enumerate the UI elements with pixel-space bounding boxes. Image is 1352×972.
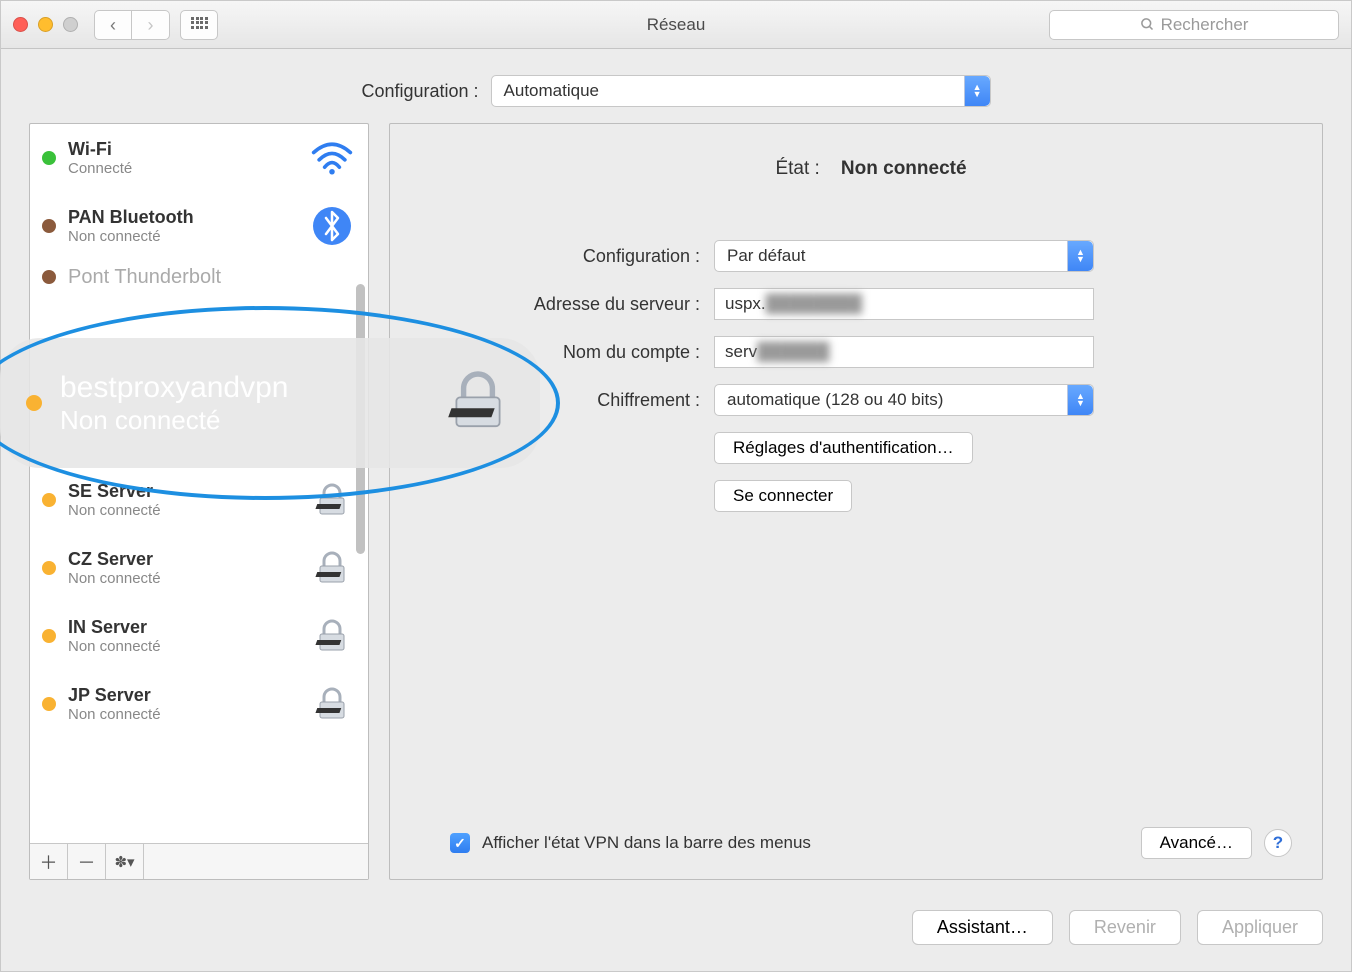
service-name: bestproxyandvpn [60,371,424,405]
assistant-button[interactable]: Assistant… [912,910,1053,945]
status-dot-icon [42,629,56,643]
service-name: SE Server [68,481,298,502]
status-dot-icon [42,561,56,575]
service-name: IN Server [68,617,298,638]
main-area: Wi-Fi Connecté PAN Bluetooth Non connect… [1,123,1351,894]
select-stepper-icon: ▲▼ [964,76,990,106]
grid-icon [191,17,207,33]
lock-icon [310,614,354,658]
forward-button[interactable]: › [132,10,170,40]
sidebar-item-jp-server[interactable]: JP Server Non connecté [30,670,368,738]
sidebar-item-partial[interactable]: Pont Thunderbolt [30,260,368,294]
search-input[interactable]: Rechercher [1049,10,1339,40]
chevron-left-icon: ‹ [110,16,116,34]
status-dot-icon [42,270,56,284]
sidebar-item-se-server[interactable]: SE Server Non connecté [30,466,368,534]
search-placeholder: Rechercher [1161,15,1249,35]
sidebar-item-cz-server[interactable]: CZ Server Non connecté [30,534,368,602]
remove-service-button[interactable]: － [68,844,106,879]
services-list: Wi-Fi Connecté PAN Bluetooth Non connect… [30,124,368,843]
vpn-config-select[interactable]: Par défaut ▲▼ [714,240,1094,272]
status-dot-icon [42,151,56,165]
show-vpn-checkbox[interactable]: ✓ [450,833,470,853]
state-value: Non connecté [841,158,967,179]
lock-icon [310,546,354,590]
help-button[interactable]: ? [1264,829,1292,857]
services-sidebar: Wi-Fi Connecté PAN Bluetooth Non connect… [29,123,369,880]
apply-button[interactable]: Appliquer [1197,910,1323,945]
vpn-config-label: Configuration : [450,246,700,267]
detail-bottom-row: ✓ Afficher l'état VPN dans la barre des … [450,827,1292,859]
service-status: Non connecté [68,228,298,245]
zoom-window-button[interactable] [63,17,78,32]
titlebar: ‹ › Réseau Rechercher [1,1,1351,49]
status-dot-icon [42,493,56,507]
encryption-value: automatique (128 ou 40 bits) [727,390,943,410]
location-label: Configuration : [361,81,478,102]
footer-buttons: Assistant… Revenir Appliquer [1,894,1351,971]
sidebar-item-wifi[interactable]: Wi-Fi Connecté [30,124,368,192]
service-status: Non connecté [68,638,298,655]
bluetooth-icon [310,204,354,248]
service-name: JP Server [68,685,298,706]
service-name: CZ Server [68,549,298,570]
show-vpn-label: Afficher l'état VPN dans la barre des me… [482,833,1129,853]
minimize-window-button[interactable] [38,17,53,32]
sidebar-item-bluetooth[interactable]: PAN Bluetooth Non connecté [30,192,368,260]
status-dot-icon [42,219,56,233]
select-stepper-icon: ▲▼ [1067,385,1093,415]
sidebar-item-selected[interactable]: bestproxyandvpn Non connecté [0,338,540,468]
service-actions-button[interactable]: ✽▾ [106,844,144,879]
wifi-icon [310,136,354,180]
chevron-right-icon: › [148,16,154,34]
vpn-form: Configuration : Par défaut ▲▼ Adresse du… [450,240,1292,512]
advanced-button[interactable]: Avancé… [1141,827,1252,859]
state-label: État : [775,158,819,179]
encryption-select[interactable]: automatique (128 ou 40 bits) ▲▼ [714,384,1094,416]
service-name: Pont Thunderbolt [68,266,354,289]
service-detail-panel: État : Non connecté Configuration : Par … [389,123,1323,880]
vpn-config-value: Par défaut [727,246,805,266]
status-dot-icon [26,395,42,411]
sidebar-toolbar: ＋ － ✽▾ [30,843,368,879]
lock-icon [310,682,354,726]
server-address-label: Adresse du serveur : [450,294,700,315]
revert-button[interactable]: Revenir [1069,910,1181,945]
select-stepper-icon: ▲▼ [1067,241,1093,271]
network-preferences-window: ‹ › Réseau Rechercher Configuration : Au… [0,0,1352,972]
account-name-input[interactable]: serv██████ [714,336,1094,368]
close-window-button[interactable] [13,17,28,32]
service-name: Wi-Fi [68,139,298,160]
back-button[interactable]: ‹ [94,10,132,40]
location-row: Configuration : Automatique ▲▼ [1,49,1351,123]
search-icon [1140,17,1155,32]
location-value: Automatique [504,81,599,101]
auth-settings-button[interactable]: Réglages d'authentification… [714,432,973,464]
location-select[interactable]: Automatique ▲▼ [491,75,991,107]
connection-state-row: État : Non connecté [450,158,1292,180]
nav-buttons: ‹ › [94,10,170,40]
add-service-button[interactable]: ＋ [30,844,68,879]
service-name: PAN Bluetooth [68,207,298,228]
service-status: Non connecté [68,706,298,723]
status-dot-icon [42,697,56,711]
connect-button[interactable]: Se connecter [714,480,852,512]
service-status: Connecté [68,160,298,177]
lock-icon [442,365,514,442]
service-status: Non connecté [68,570,298,587]
sidebar-item-in-server[interactable]: IN Server Non connecté [30,602,368,670]
service-status: Non connecté [60,405,424,436]
server-address-input[interactable]: uspx.████████ [714,288,1094,320]
window-controls [13,17,78,32]
lock-icon [310,478,354,522]
show-all-button[interactable] [180,10,218,40]
service-status: Non connecté [68,502,298,519]
